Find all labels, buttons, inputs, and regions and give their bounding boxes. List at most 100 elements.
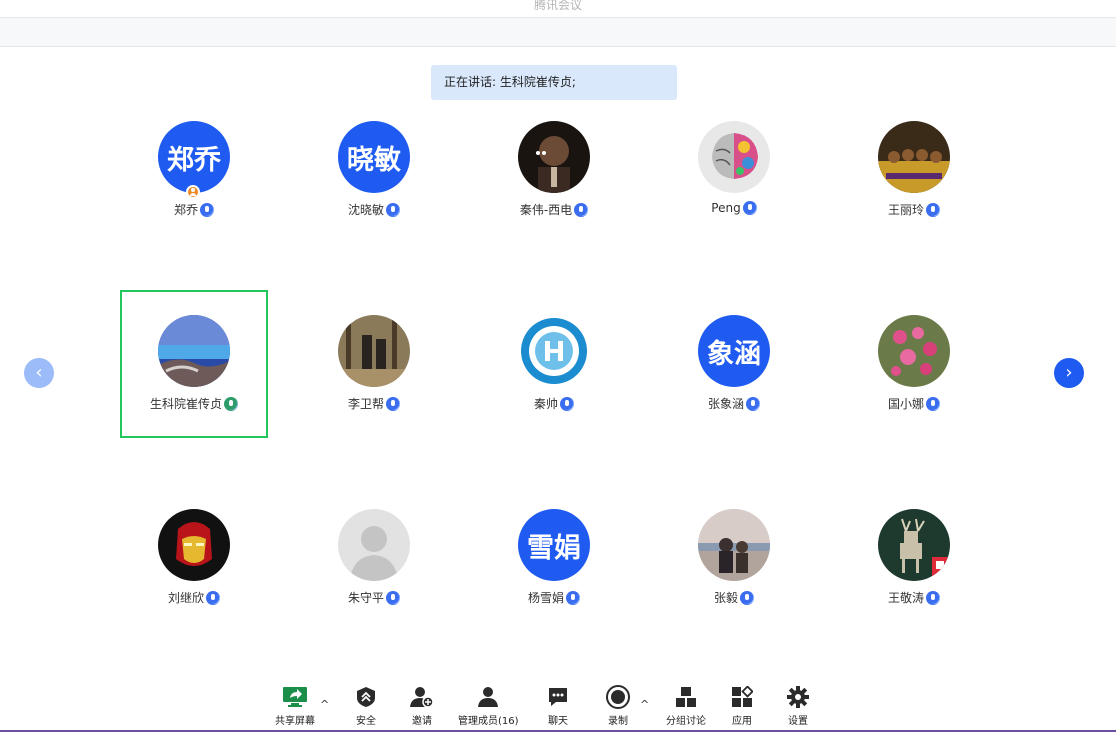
participant-name: 王敬涛 [887, 591, 924, 605]
meeting-toolbar: 共享屏幕 ^ 安全 邀请 管理成员(16) 聊天 录制 ^ 分组讨论 应用 设置 [0, 680, 1116, 732]
next-page-button[interactable]: › [1054, 358, 1084, 388]
participant-name: 朱守平 [347, 591, 384, 605]
shield-icon [353, 684, 379, 710]
record-button[interactable]: 录制 [605, 684, 631, 727]
avatar [338, 509, 410, 581]
participant-tile[interactable]: Peng [644, 120, 824, 314]
avatar [698, 121, 770, 193]
apps-icon [729, 684, 755, 710]
apps-label: 应用 [732, 716, 752, 727]
breakout-icon [673, 684, 699, 710]
avatar [518, 121, 590, 193]
header-bar [0, 18, 1116, 47]
record-icon [605, 684, 631, 710]
gear-icon [785, 684, 811, 710]
avatar [158, 315, 230, 387]
avatar [878, 509, 950, 581]
mic-icon [386, 591, 400, 605]
manage-members-label: 管理成员(16) [458, 716, 519, 727]
avatar: 雪娟 [518, 509, 590, 581]
mic-icon [746, 397, 760, 411]
apps-button[interactable]: 应用 [729, 684, 755, 727]
breakout-label: 分组讨论 [666, 716, 706, 727]
participant-name: 李卫帮 [347, 397, 384, 411]
share-screen-icon [282, 684, 308, 710]
participant-name: 张象涵 [707, 397, 744, 411]
participant-tile[interactable]: 秦帅 [464, 314, 644, 508]
mic-icon [386, 203, 400, 217]
participant-name: 杨雪娟 [527, 591, 564, 605]
participant-name: 张毅 [713, 591, 738, 605]
participant-name: 沈晓敏 [347, 203, 384, 217]
participant-tile[interactable]: 朱守平 [284, 508, 464, 702]
participant-name: 秦帅 [533, 397, 558, 411]
invite-label: 邀请 [412, 716, 432, 727]
host-icon [186, 185, 200, 199]
participant-name: 刘继欣 [167, 591, 204, 605]
participant-tile[interactable]: 郑乔 郑乔 [104, 120, 284, 314]
share-options-caret-icon[interactable]: ^ [320, 698, 329, 711]
settings-label: 设置 [788, 716, 808, 727]
participant-name: 郑乔 [173, 203, 198, 217]
security-button[interactable]: 安全 [353, 684, 379, 727]
avatar [338, 315, 410, 387]
participant-tile[interactable]: 王丽玲 [824, 120, 1004, 314]
members-icon [475, 684, 501, 710]
chat-icon [545, 684, 571, 710]
participant-name: 生科院崔传贞 [149, 397, 222, 411]
participant-tile[interactable]: 象涵 张象涵 [644, 314, 824, 508]
avatar [698, 509, 770, 581]
share-screen-label: 共享屏幕 [275, 716, 315, 727]
participant-name: 国小娜 [887, 397, 924, 411]
mic-icon [574, 203, 589, 217]
avatar [878, 121, 950, 193]
chat-button[interactable]: 聊天 [545, 684, 571, 727]
title-bar: 腾讯会议 [0, 0, 1116, 18]
avatar [878, 315, 950, 387]
mic-icon [560, 397, 574, 411]
avatar: 象涵 [698, 315, 770, 387]
invite-button[interactable]: 邀请 [409, 684, 435, 727]
mic-icon [740, 591, 754, 605]
mic-icon [224, 397, 238, 411]
security-label: 安全 [356, 716, 376, 727]
participant-name: Peng [711, 201, 741, 215]
mic-icon [742, 201, 757, 215]
participant-grid: 郑乔 郑乔 晓敏 沈晓敏 秦伟-西电 Peng 王丽玲 生科院崔传贞 李卫帮 秦… [104, 120, 1004, 680]
mic-icon [206, 591, 220, 605]
mic-icon [386, 397, 400, 411]
participant-tile[interactable]: 国小娜 [824, 314, 1004, 508]
participant-tile[interactable]: 王敬涛 [824, 508, 1004, 702]
avatar: 郑乔 [158, 121, 230, 193]
participant-tile[interactable]: 秦伟-西电 [464, 120, 644, 314]
mic-icon [926, 591, 940, 605]
settings-button[interactable]: 设置 [785, 684, 811, 727]
participant-tile[interactable]: 晓敏 沈晓敏 [284, 120, 464, 314]
avatar [518, 315, 590, 387]
avatar: 晓敏 [338, 121, 410, 193]
participant-tile[interactable]: 刘继欣 [104, 508, 284, 702]
share-screen-button[interactable]: 共享屏幕 [275, 684, 315, 727]
mic-icon [926, 397, 940, 411]
participant-name: 王丽玲 [887, 203, 924, 217]
avatar [158, 509, 230, 581]
participant-tile[interactable]: 雪娟 杨雪娟 [464, 508, 644, 702]
window-title: 腾讯会议 [533, 0, 582, 12]
breakout-rooms-button[interactable]: 分组讨论 [666, 684, 706, 727]
chat-label: 聊天 [548, 716, 568, 727]
participant-tile[interactable]: 生科院崔传贞 [104, 314, 284, 508]
participant-name: 秦伟-西电 [519, 203, 573, 217]
mic-icon [200, 203, 214, 217]
chevron-right-icon: › [1065, 362, 1073, 383]
chevron-left-icon: ‹ [35, 362, 43, 383]
speaking-indicator: 正在讲话: 生科院崔传贞; [431, 65, 677, 100]
prev-page-button[interactable]: ‹ [24, 358, 54, 388]
participant-tile[interactable]: 张毅 [644, 508, 824, 702]
add-user-icon [409, 684, 435, 710]
record-label: 录制 [608, 716, 628, 727]
manage-members-button[interactable]: 管理成员(16) [458, 684, 519, 727]
mic-icon [926, 203, 940, 217]
participant-tile[interactable]: 李卫帮 [284, 314, 464, 508]
mic-icon [566, 591, 580, 605]
record-options-caret-icon[interactable]: ^ [640, 698, 649, 711]
